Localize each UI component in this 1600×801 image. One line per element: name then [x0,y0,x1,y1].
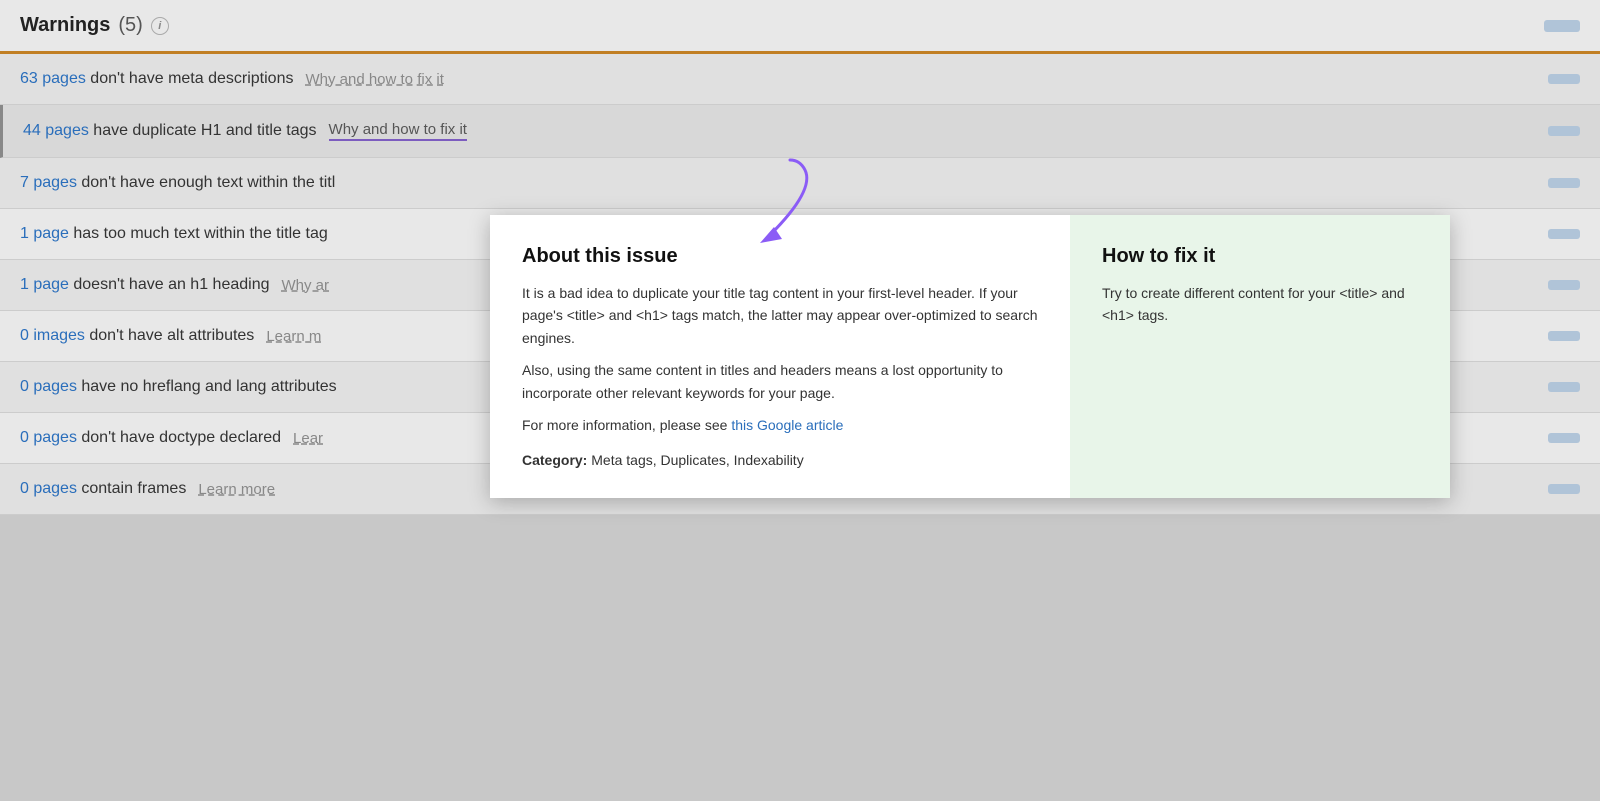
row2-desc: have duplicate H1 and title tags [89,122,317,139]
row3-count[interactable]: 7 pages [20,174,77,191]
row1-why-link[interactable]: Why and how to fix it [305,71,443,88]
popup-category-label: Category: [522,452,587,468]
row4-button[interactable] [1548,229,1580,239]
row5-why-link[interactable]: Why ar [282,277,330,294]
row8-why-link[interactable]: Lear [293,430,323,447]
popup-body-2: Also, using the same content in titles a… [522,359,1038,404]
row8-desc: don't have doctype declared [77,429,281,446]
row6-why-link[interactable]: Learn m [266,328,321,345]
popup-google-article-link[interactable]: this Google article [731,417,843,433]
row6-button[interactable] [1548,331,1580,341]
row3-desc: don't have enough text within the titl [77,174,335,191]
warnings-count: (5) [118,14,142,37]
row3-left: 7 pages don't have enough text within th… [20,174,335,192]
warnings-title: Warnings [20,14,110,37]
row9-button[interactable] [1548,484,1580,494]
popup-right-title: How to fix it [1102,245,1418,268]
header-title: Warnings (5) i [20,14,169,37]
popup-body-1: It is a bad idea to duplicate your title… [522,282,1038,349]
popup-right-body: Try to create different content for your… [1102,282,1418,327]
row7-count[interactable]: 0 pages [20,378,77,395]
row9-desc: contain frames [77,480,186,497]
popup-link-text: this Google article [731,417,843,433]
warning-row-2: 44 pages have duplicate H1 and title tag… [0,105,1600,158]
row1-left: 63 pages don't have meta descriptions Wh… [20,70,444,88]
row1-count[interactable]: 63 pages [20,70,86,87]
row9-left: 0 pages contain frames Learn more [20,480,275,498]
row8-left: 0 pages don't have doctype declared Lear [20,429,323,447]
row2-left: 44 pages have duplicate H1 and title tag… [23,121,467,141]
row3-button[interactable] [1548,178,1580,188]
row8-button[interactable] [1548,433,1580,443]
popup-body-3: For more information, please see this Go… [522,414,1038,436]
row6-left: 0 images don't have alt attributes Learn… [20,327,321,345]
row1-button[interactable] [1548,74,1580,84]
popup-category-value: Meta tags, Duplicates, Indexability [587,452,803,468]
main-container: Warnings (5) i 63 pages don't have meta … [0,0,1600,515]
row5-button[interactable] [1548,280,1580,290]
row6-desc: don't have alt attributes [85,327,254,344]
popup-body-3-text: For more information, please see [522,417,731,433]
row2-why-link[interactable]: Why and how to fix it [329,121,467,141]
row5-count[interactable]: 1 page [20,276,69,293]
row4-count[interactable]: 1 page [20,225,69,242]
row9-why-link[interactable]: Learn more [198,481,275,498]
header-action-button[interactable] [1544,20,1580,32]
row8-count[interactable]: 0 pages [20,429,77,446]
row5-desc: doesn't have an h1 heading [69,276,270,293]
popup-left-panel: About this issue It is a bad idea to dup… [490,215,1070,498]
info-icon[interactable]: i [151,17,169,35]
popup-right-panel: How to fix it Try to create different co… [1070,215,1450,498]
row7-left: 0 pages have no hreflang and lang attrib… [20,378,337,396]
row4-left: 1 page has too much text within the titl… [20,225,328,243]
row5-left: 1 page doesn't have an h1 heading Why ar [20,276,329,294]
warning-row-1: 63 pages don't have meta descriptions Wh… [0,54,1600,105]
popup-left-title: About this issue [522,245,1038,268]
info-popup: About this issue It is a bad idea to dup… [490,215,1450,498]
row7-button[interactable] [1548,382,1580,392]
row7-desc: have no hreflang and lang attributes [77,378,337,395]
row1-desc: don't have meta descriptions [86,70,294,87]
row9-count[interactable]: 0 pages [20,480,77,497]
row4-desc: has too much text within the title tag [69,225,328,242]
popup-category: Category: Meta tags, Duplicates, Indexab… [522,452,1038,468]
header-bar: Warnings (5) i [0,0,1600,54]
row2-button[interactable] [1548,126,1580,136]
row6-count[interactable]: 0 images [20,327,85,344]
warning-row-3: 7 pages don't have enough text within th… [0,158,1600,209]
row2-count[interactable]: 44 pages [23,122,89,139]
